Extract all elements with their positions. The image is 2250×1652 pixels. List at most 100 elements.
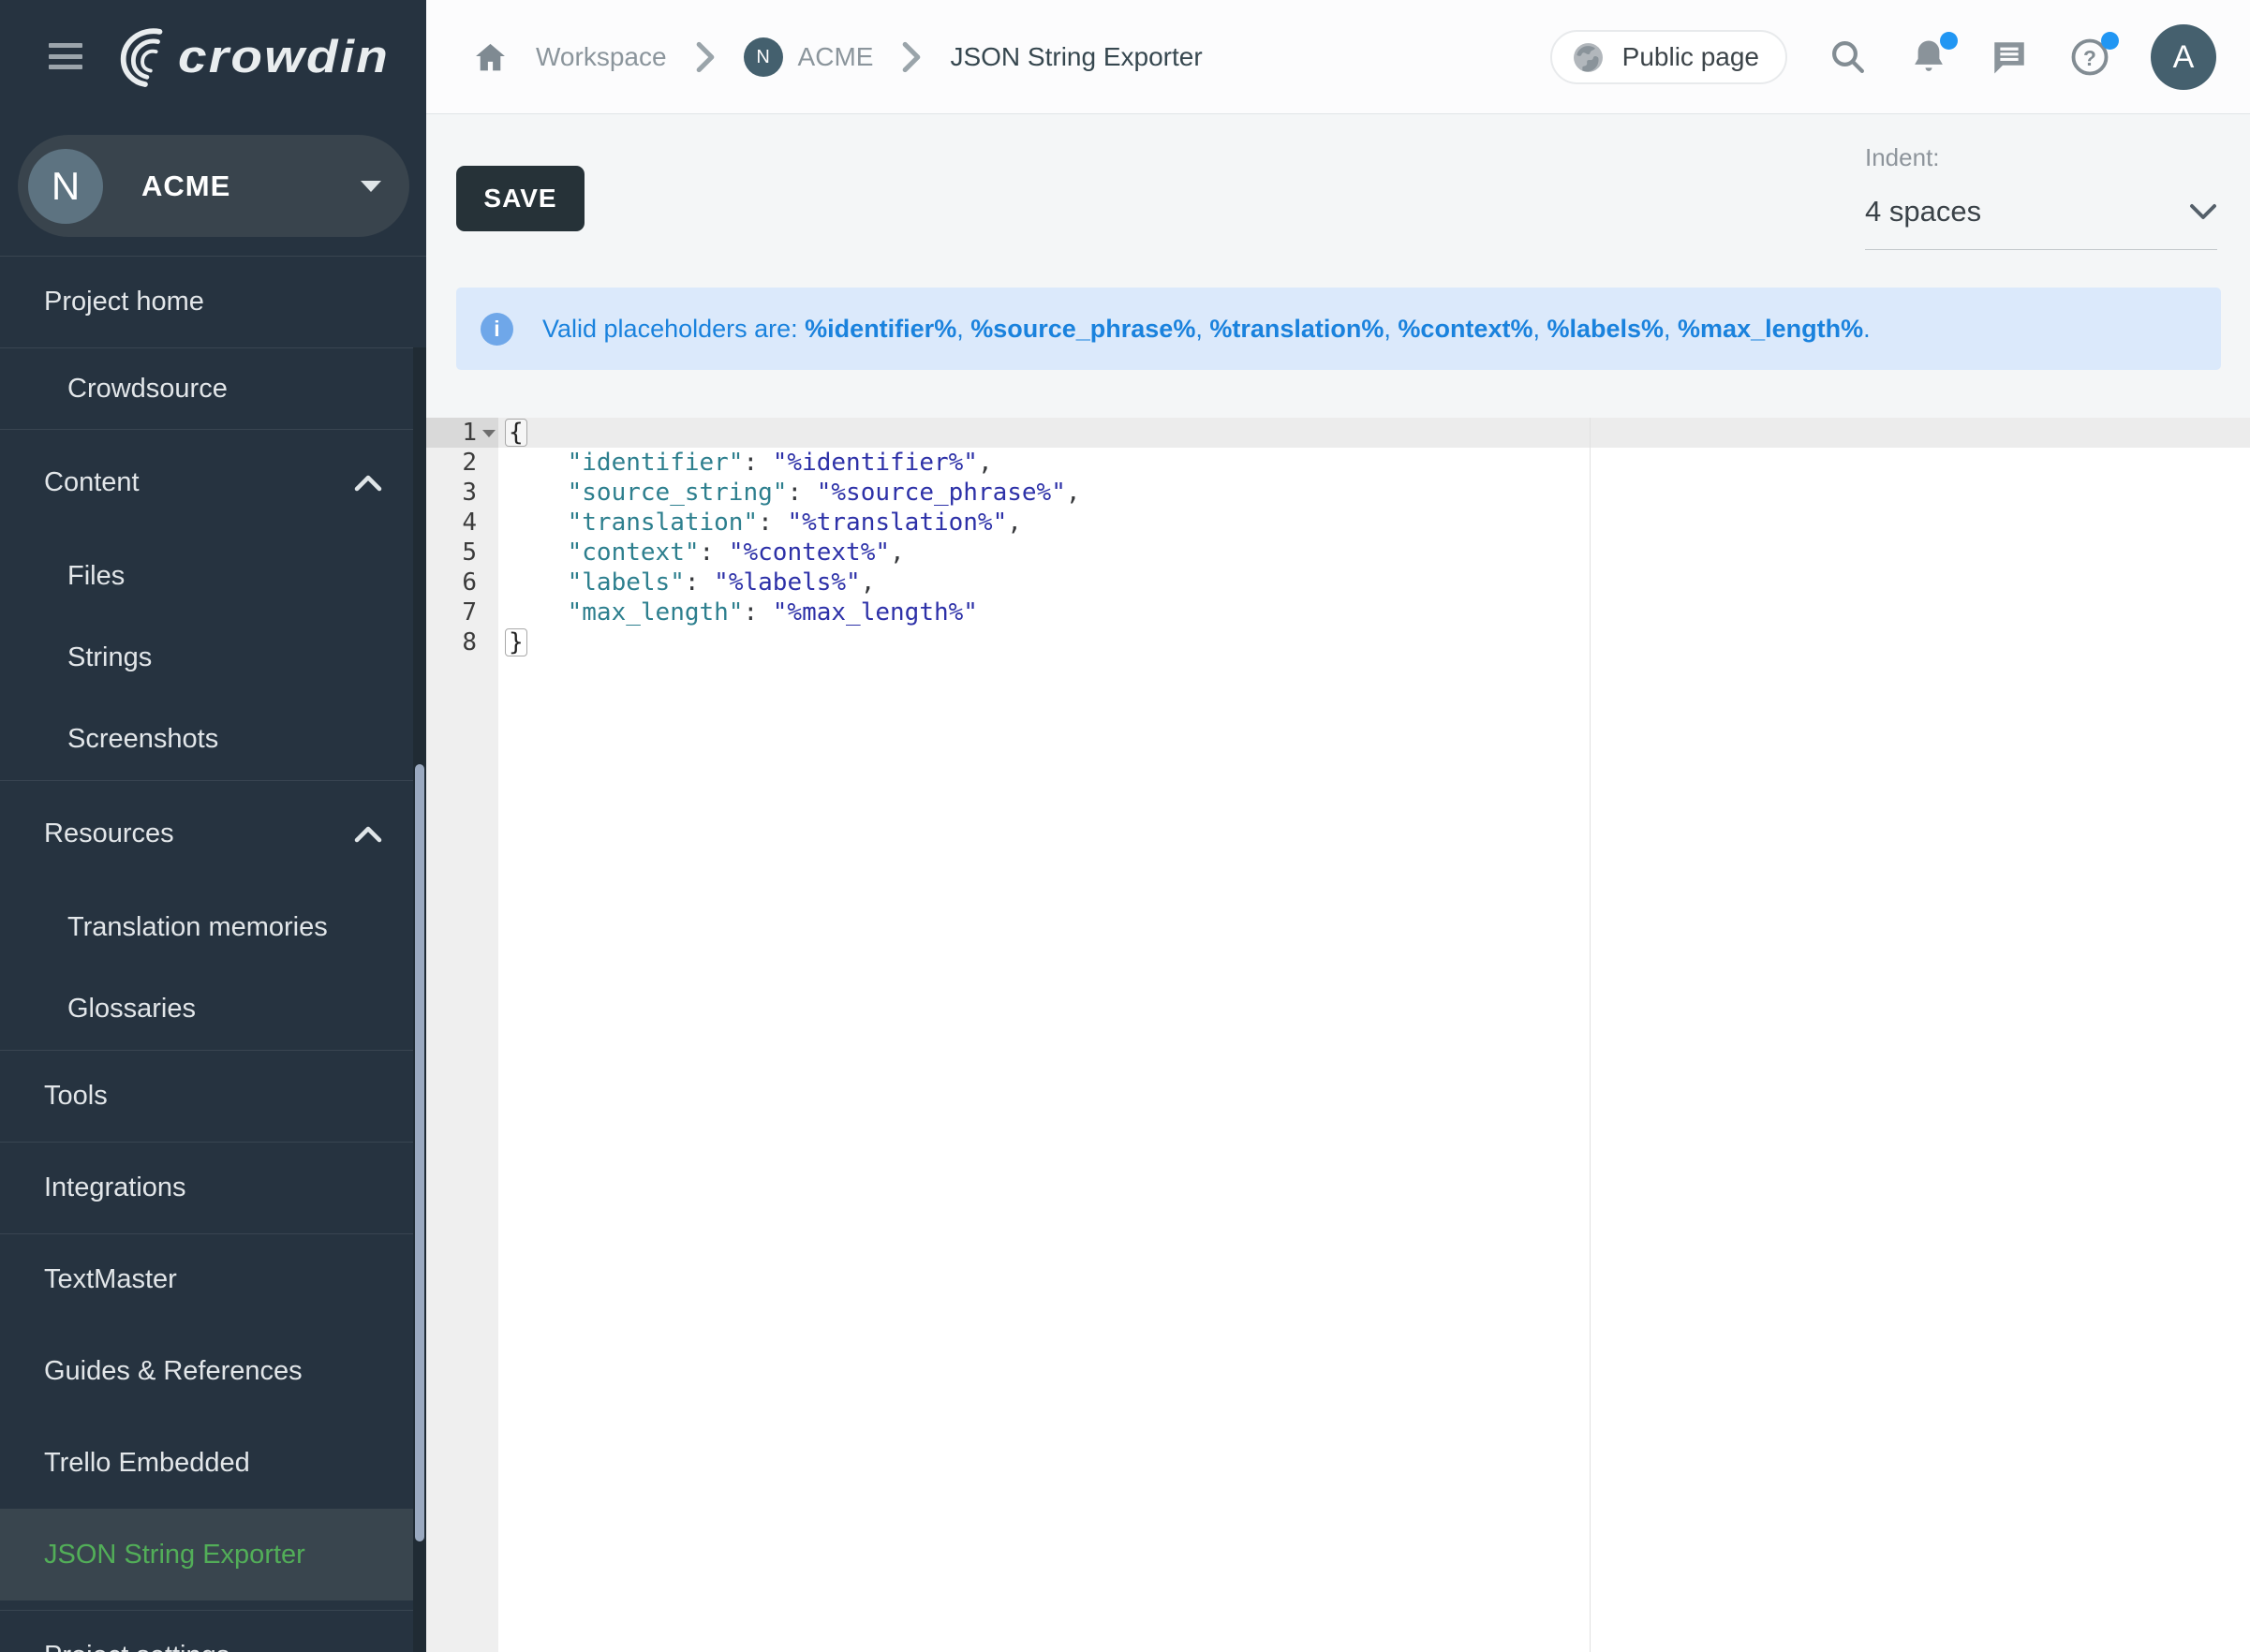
chevron-right-icon xyxy=(695,41,716,73)
token-key: "identifier" xyxy=(568,449,744,477)
line-number[interactable]: 5 xyxy=(426,538,498,568)
sidebar-item-strings[interactable]: Strings xyxy=(0,617,426,699)
home-icon[interactable] xyxy=(473,40,508,75)
line-number[interactable]: 6 xyxy=(426,568,498,597)
crowdin-logo-text: crowdin xyxy=(178,35,390,81)
token-val: "%max_length%" xyxy=(773,598,978,627)
line-number[interactable]: 4 xyxy=(426,508,498,538)
messages-icon[interactable] xyxy=(1990,37,2029,77)
sidebar-item-label: Glossaries xyxy=(67,994,196,1025)
info-icon: i xyxy=(481,313,513,346)
sidebar-item-label: Tools xyxy=(44,1081,108,1112)
info-banner: i Valid placeholders are: %identifier%, … xyxy=(456,288,2221,370)
help-icon[interactable]: ? xyxy=(2070,37,2109,77)
sidebar: N ACME Project home Crowdsource Content Fil… xyxy=(0,115,426,1652)
sidebar-item-label: Crowdsource xyxy=(67,374,228,405)
token-pun: : xyxy=(758,509,787,537)
menu-icon[interactable] xyxy=(49,43,82,69)
org-avatar: N xyxy=(28,149,103,224)
sidebar-item-translation-memories[interactable]: Translation memories xyxy=(0,887,426,968)
sidebar-item-tools[interactable]: Tools xyxy=(0,1050,426,1142)
sidebar-item-resources[interactable]: Resources xyxy=(0,780,426,887)
line-number[interactable]: 7 xyxy=(426,597,498,627)
breadcrumb-page-title: JSON String Exporter xyxy=(950,42,1202,72)
sidebar-item-label: Screenshots xyxy=(67,724,218,755)
code-line[interactable]: { xyxy=(498,418,2250,448)
sidebar-item-screenshots[interactable]: Screenshots xyxy=(0,699,426,780)
sidebar-item-label: Content xyxy=(44,467,140,498)
sidebar-header: crowdin xyxy=(0,0,426,115)
token-brace: { xyxy=(505,419,527,447)
fold-toggle-icon[interactable] xyxy=(482,430,496,437)
token-pun xyxy=(509,538,568,567)
code-line[interactable]: "source_string": "%source_phrase%", xyxy=(498,478,2250,508)
token-val: "%identifier%" xyxy=(773,449,978,477)
token-pun xyxy=(509,598,568,627)
topbar: crowdin Workspace N ACME JSON String Exp… xyxy=(0,0,2250,114)
topbar-actions: Public page xyxy=(1550,0,2216,114)
sidebar-item-integrations[interactable]: Integrations xyxy=(0,1142,426,1233)
sidebar-item-json-string-exporter[interactable]: JSON String Exporter xyxy=(0,1509,426,1600)
globe-icon xyxy=(1571,40,1606,75)
editor-code-area[interactable]: { "identifier": "%identifier%", "source_… xyxy=(498,418,2250,1652)
breadcrumb-project[interactable]: ACME xyxy=(798,42,874,72)
breadcrumb-workspace[interactable]: Workspace xyxy=(536,42,667,72)
token-key: "max_length" xyxy=(568,598,744,627)
public-page-button[interactable]: Public page xyxy=(1550,30,1787,84)
caret-down-icon xyxy=(361,181,381,192)
sidebar-item-project-settings[interactable]: Project settings xyxy=(0,1610,426,1652)
sidebar-item-label: Resources xyxy=(44,819,174,849)
line-number[interactable]: 2 xyxy=(426,448,498,478)
code-line[interactable]: "max_length": "%max_length%" xyxy=(498,597,2250,627)
sidebar-item-textmaster[interactable]: TextMaster xyxy=(0,1233,426,1325)
indent-selected-value: 4 spaces xyxy=(1865,195,1981,229)
code-line[interactable]: "identifier": "%identifier%", xyxy=(498,448,2250,478)
code-line[interactable]: } xyxy=(498,627,2250,657)
token-pun: : xyxy=(743,598,772,627)
workspace-selector[interactable]: N ACME xyxy=(18,135,409,237)
token-pun: : xyxy=(787,479,816,507)
user-avatar[interactable]: A xyxy=(2151,24,2216,90)
sidebar-item-content[interactable]: Content xyxy=(0,429,426,536)
line-number[interactable]: 3 xyxy=(426,478,498,508)
code-line[interactable]: "context": "%context%", xyxy=(498,538,2250,568)
token-key: "context" xyxy=(568,538,700,567)
main-content: SAVE Indent: 4 spaces i Valid placeholde… xyxy=(426,115,2250,1652)
save-button[interactable]: SAVE xyxy=(456,166,585,231)
code-line[interactable]: "translation": "%translation%", xyxy=(498,508,2250,538)
token-key: "labels" xyxy=(568,568,685,597)
sidebar-item-label: Strings xyxy=(67,642,152,673)
sidebar-item-files[interactable]: Files xyxy=(0,536,426,617)
chevron-right-icon xyxy=(901,41,922,73)
org-name: ACME xyxy=(141,170,230,203)
crowdin-logo[interactable]: crowdin xyxy=(114,26,367,88)
editor-gutter: 12345678 xyxy=(426,418,498,1652)
chevron-up-icon xyxy=(354,826,382,843)
sidebar-item-label: Integrations xyxy=(44,1173,186,1203)
line-number[interactable]: 1 xyxy=(426,418,498,448)
chevron-up-icon xyxy=(354,475,382,492)
code-line[interactable]: "labels": "%labels%", xyxy=(498,568,2250,597)
sidebar-item-project-home[interactable]: Project home xyxy=(0,256,426,347)
sidebar-scrollbar-thumb[interactable] xyxy=(415,764,424,1541)
public-page-label: Public page xyxy=(1622,42,1759,72)
sidebar-item-label: Guides & References xyxy=(44,1356,303,1387)
sidebar-item-glossaries[interactable]: Glossaries xyxy=(0,968,426,1050)
sidebar-scrollbar-track[interactable] xyxy=(413,347,426,1652)
search-icon[interactable] xyxy=(1828,37,1868,77)
notification-badge xyxy=(1940,32,1958,50)
sidebar-item-trello-embedded[interactable]: Trello Embedded xyxy=(0,1417,426,1509)
info-banner-text: Valid placeholders are: %identifier%, %s… xyxy=(542,315,1871,344)
token-pun xyxy=(509,568,568,597)
sidebar-item-crowdsource[interactable]: Crowdsource xyxy=(0,347,426,429)
indent-control: Indent: 4 spaces xyxy=(1865,143,2217,250)
sidebar-item-label: Translation memories xyxy=(67,912,328,943)
sidebar-item-guides-references[interactable]: Guides & References xyxy=(0,1325,426,1417)
token-pun: , xyxy=(978,449,993,477)
indent-select[interactable]: 4 spaces xyxy=(1865,195,2217,250)
token-val: "%translation%" xyxy=(787,509,1007,537)
code-editor[interactable]: 12345678 { "identifier": "%identifier%",… xyxy=(426,418,2250,1652)
line-number[interactable]: 8 xyxy=(426,627,498,657)
crowdin-logo-mark-icon xyxy=(114,26,172,88)
bell-icon[interactable] xyxy=(1909,37,1948,77)
